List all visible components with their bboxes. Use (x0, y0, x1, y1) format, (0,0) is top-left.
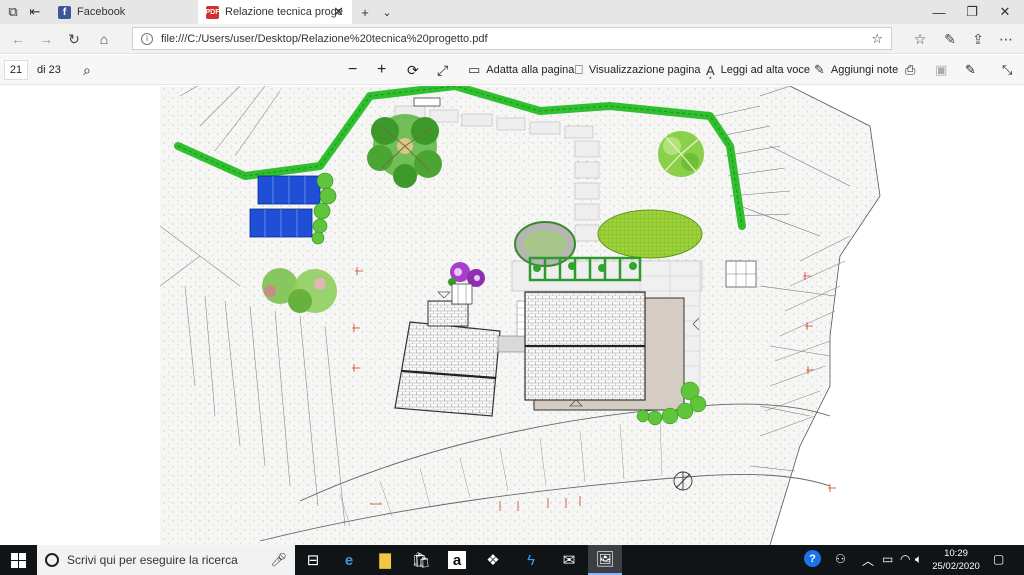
page-number-input[interactable]: 21 (4, 60, 28, 80)
restore-icon[interactable]: ❐ (963, 3, 981, 21)
zoom-out-icon[interactable]: − (348, 60, 357, 80)
new-tab-icon[interactable]: + (356, 3, 374, 21)
pdf-toolbar: 21 di 23 ⌕ − + ⟳ ⤢ ▭ Adatta alla pagina … (0, 55, 1024, 85)
cortana-icon (45, 553, 59, 567)
store-icon[interactable]: 🛍︎ (404, 545, 438, 575)
chevron-up-icon[interactable]: ︿ (862, 552, 874, 569)
add-notes-button[interactable]: ✎ Aggiungi note (814, 60, 898, 80)
minimize-icon[interactable]: — (930, 3, 948, 21)
read-aloud-button[interactable]: A͙ Leggi ad alta voce (706, 60, 810, 80)
task-view-icon[interactable]: ⊟ (296, 545, 330, 575)
search-placeholder: Scrivi qui per eseguire la ricerca (67, 553, 238, 567)
network-icon[interactable]: ▭ (882, 552, 893, 566)
pen-icon[interactable]: ✎ (940, 29, 960, 49)
address-bar[interactable]: i file:///C:/Users/user/Desktop/Relazion… (132, 27, 892, 50)
volume-icon[interactable]: 🔈︎ (915, 552, 922, 567)
tab-bar: ⧉ ⇤ f Facebook PDF Relazione tecnica pro… (0, 0, 1024, 24)
rotate-icon[interactable]: ⟳ (407, 60, 419, 80)
clock-date: 25/02/2020 (932, 561, 980, 572)
pdf-icon: PDF (206, 5, 220, 19)
read-aloud-icon: A͙ (706, 62, 715, 78)
page-total: di 23 (37, 64, 61, 76)
read-aloud-label: Leggi ad alta voce (720, 64, 810, 76)
fit-page-icon: ▭ (468, 62, 481, 77)
close-icon[interactable]: ✕ (996, 3, 1014, 21)
mail-icon[interactable]: ✉ (552, 545, 586, 575)
info-icon[interactable]: i (141, 32, 153, 45)
system-clock[interactable]: 10:29 25/02/2020 (928, 547, 984, 573)
navigation-bar: ← → ↻ ⌂ i file:///C:/Users/user/Desktop/… (0, 24, 1024, 54)
fullscreen-icon[interactable]: ⤢ (437, 60, 448, 80)
site-plan-drawing (159, 86, 1024, 545)
taskbar-search[interactable]: Scrivi qui per eseguire la ricerca 🎤︎ (37, 545, 295, 575)
amazon-icon[interactable]: a (440, 545, 474, 575)
edge-icon[interactable]: e (332, 545, 366, 575)
print-icon[interactable]: ⎙ (905, 60, 915, 80)
microphone-icon[interactable]: 🎤︎ (270, 552, 287, 568)
pdf-page-view[interactable] (0, 86, 1024, 545)
page-view-button[interactable]: ⎕ Visualizzazione pagina (575, 60, 701, 80)
file-explorer-icon[interactable]: ▇ (368, 545, 402, 575)
page-view-label: Visualizzazione pagina (588, 64, 701, 76)
search-icon[interactable]: ⌕ (83, 60, 91, 80)
more-icon[interactable]: ⋯ (996, 29, 1016, 49)
tab-relazione[interactable]: PDF Relazione tecnica proge ✕ (198, 0, 352, 24)
tab-title: Relazione tecnica proge (225, 6, 344, 18)
fit-page-button[interactable]: ▭ Adatta alla pagina (468, 60, 574, 80)
save-as-icon[interactable]: ✎ (965, 60, 976, 80)
facebook-icon: f (58, 5, 71, 19)
back-icon[interactable]: ← (8, 29, 28, 49)
vscode-icon[interactable]: ϟ (514, 545, 548, 575)
address-text: file:///C:/Users/user/Desktop/Relazione%… (161, 32, 488, 45)
add-notes-label: Aggiungi note (830, 64, 899, 76)
photos-icon[interactable]: 🖼︎ (588, 545, 622, 575)
fit-page-label: Adatta alla pagina (486, 64, 575, 76)
clock-time: 10:29 (944, 548, 968, 559)
pen-icon: ✎ (814, 62, 825, 77)
tab-preview-icon[interactable]: ⧉ (4, 3, 22, 21)
refresh-icon[interactable]: ↻ (64, 29, 84, 49)
close-tab-icon[interactable]: ✕ (333, 4, 344, 20)
page-view-icon: ⎕ (575, 62, 583, 77)
tab-facebook[interactable]: f Facebook (50, 0, 195, 24)
favorites-icon[interactable]: ☆ (910, 29, 930, 49)
save-icon[interactable]: ▣ (935, 60, 947, 80)
zoom-in-icon[interactable]: + (377, 60, 386, 80)
set-tabs-aside-icon[interactable]: ⇤ (26, 3, 44, 21)
help-icon[interactable]: ? (804, 550, 821, 567)
pin-toolbar-icon[interactable]: ⤡ (1002, 60, 1012, 80)
share-icon[interactable]: ⇪ (968, 29, 988, 49)
notifications-icon[interactable]: ▢ (993, 552, 1004, 566)
windows-taskbar: Scrivi qui per eseguire la ricerca 🎤︎ ⊟ … (0, 545, 1024, 575)
home-icon[interactable]: ⌂ (94, 29, 114, 49)
wifi-icon[interactable]: ◠ (900, 552, 910, 566)
chevron-down-icon[interactable]: ⌄ (378, 3, 396, 21)
tab-title: Facebook (77, 6, 126, 18)
people-icon[interactable]: ⚇ (835, 552, 846, 566)
dropbox-icon[interactable]: ❖ (476, 545, 510, 575)
forward-icon[interactable]: → (36, 29, 56, 49)
windows-start-icon[interactable] (0, 545, 36, 575)
favorite-star-icon[interactable]: ☆ (871, 31, 883, 47)
